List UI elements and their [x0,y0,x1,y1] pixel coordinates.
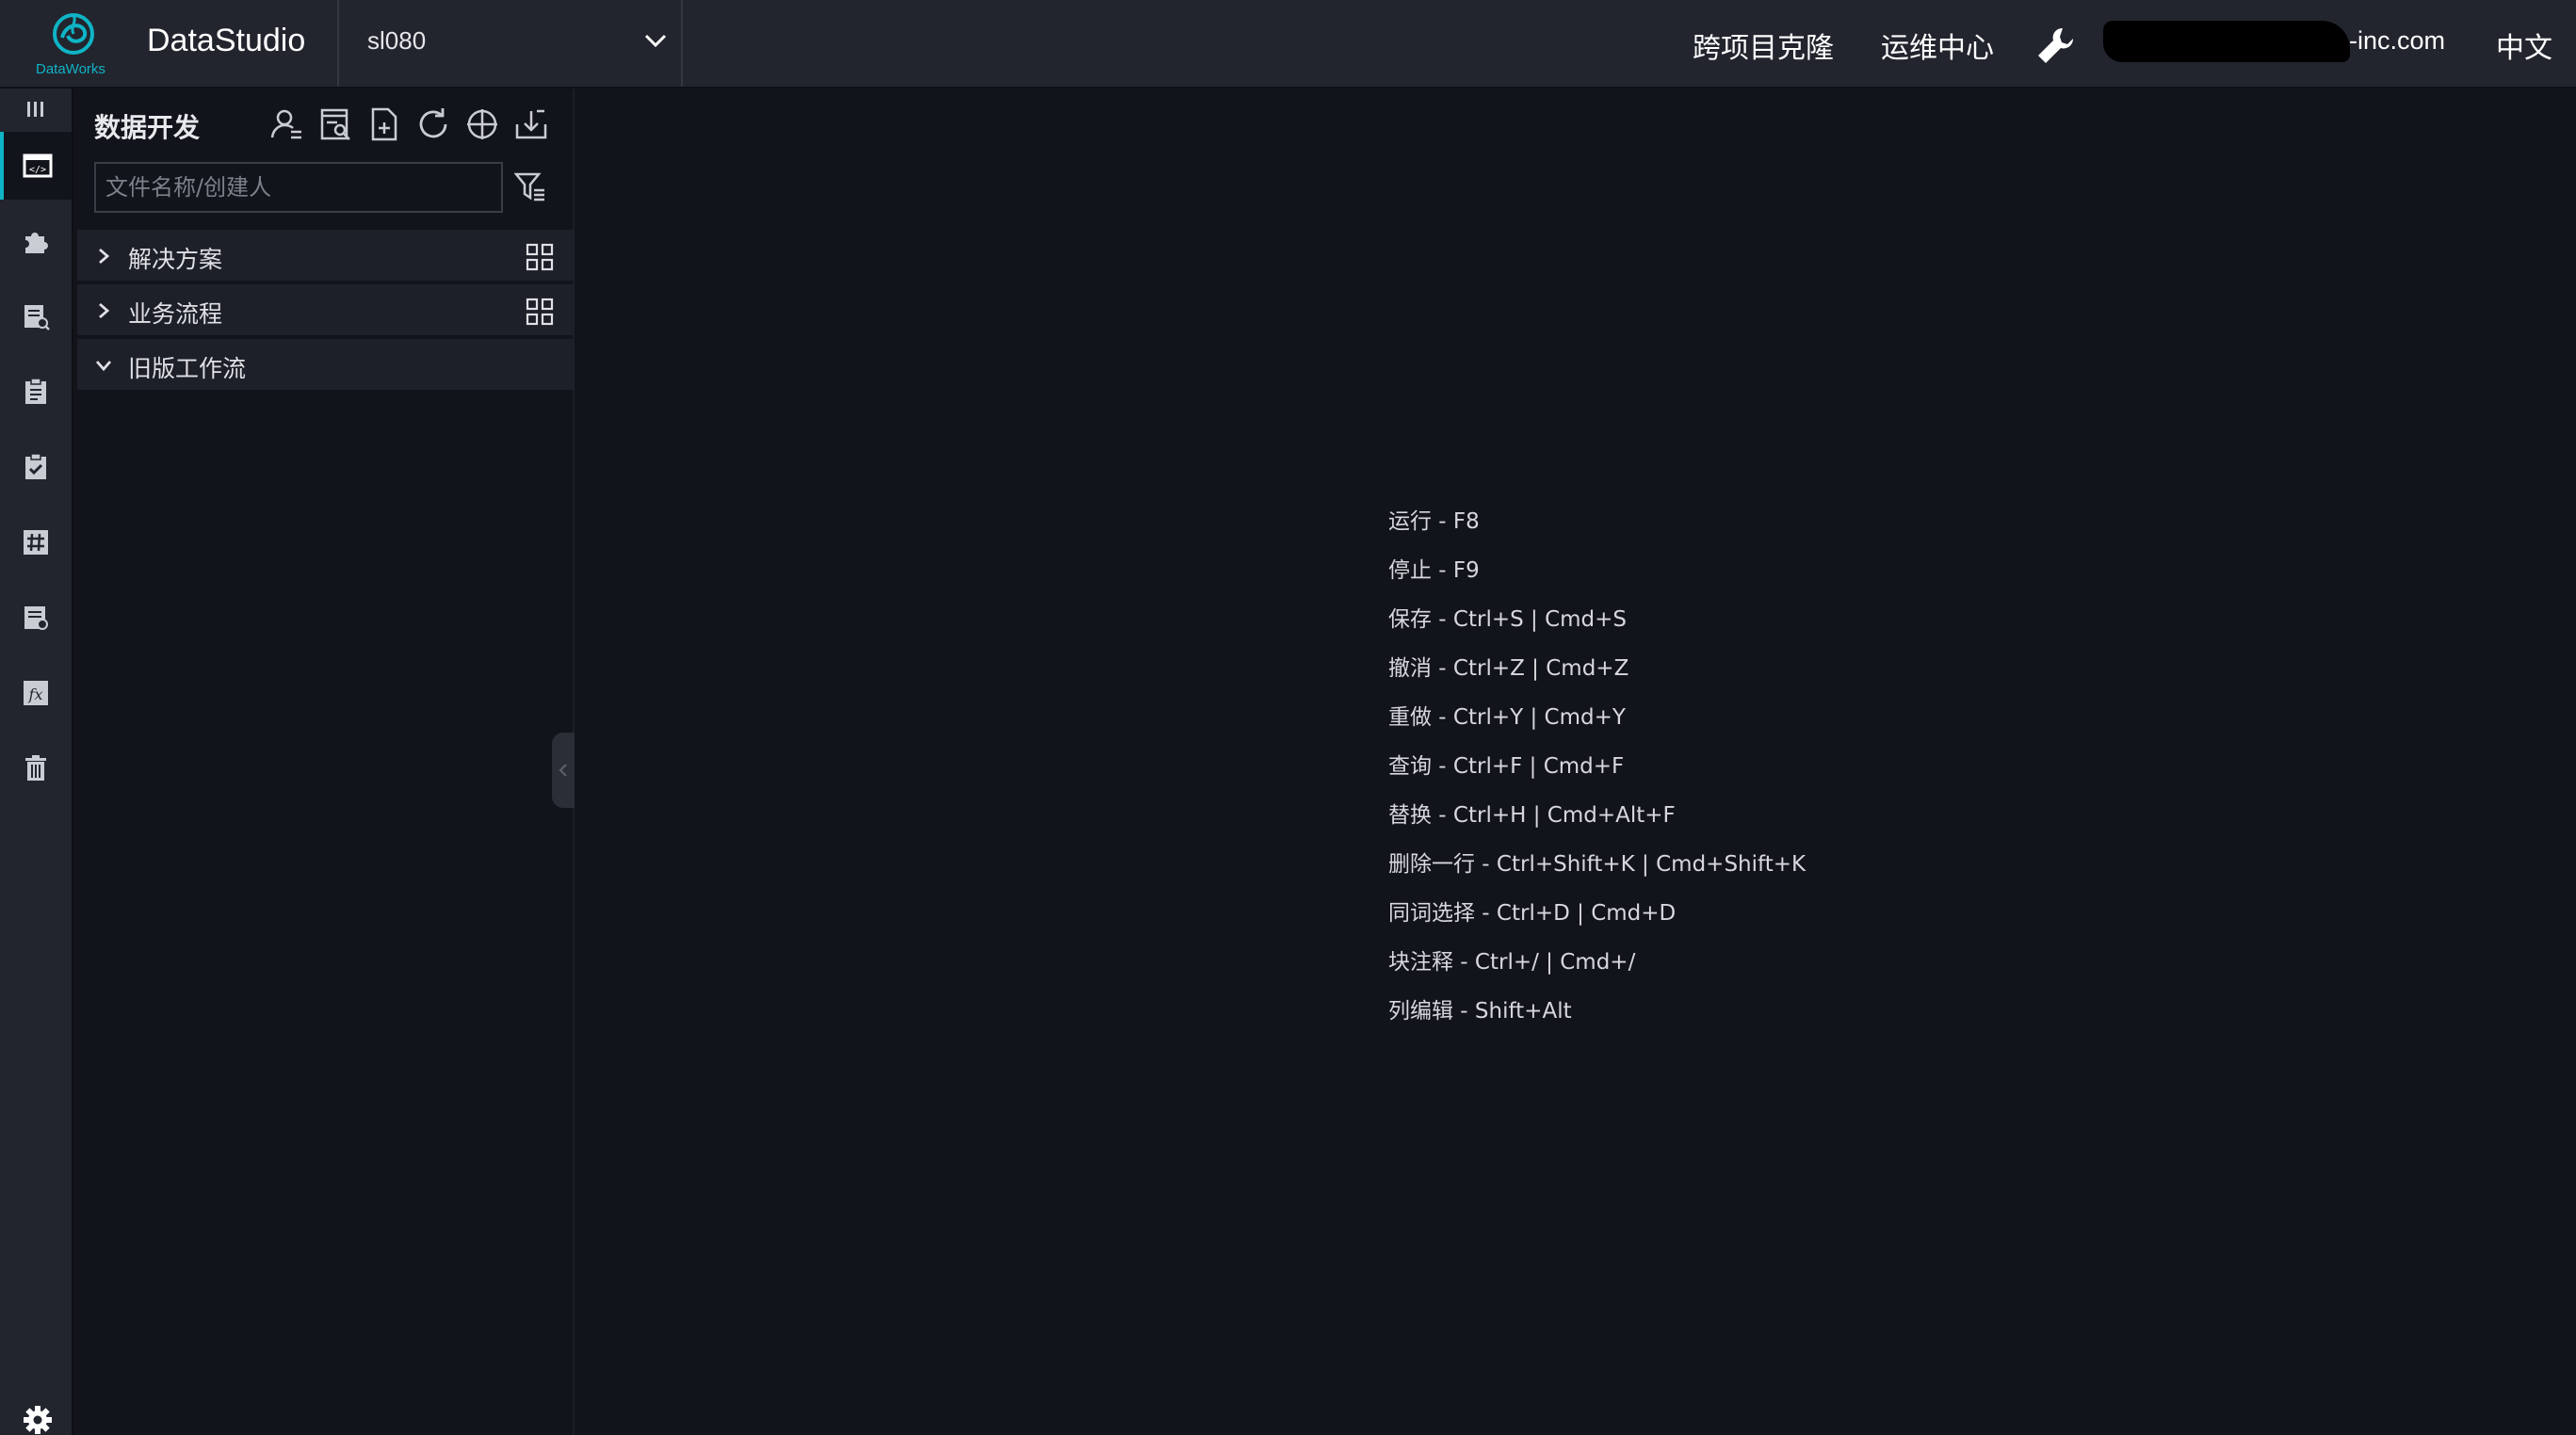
filter-icon[interactable] [514,171,546,203]
app-title: DataStudio [147,23,306,58]
user-account-redacted[interactable] [2103,21,2350,62]
user-filter-icon[interactable] [267,105,305,143]
code-search-icon[interactable] [316,105,354,143]
shortcut-item: 列编辑 - Shift+Alt [1388,999,1572,1024]
query-doc-icon [24,305,50,331]
component-puzzle-icon [25,233,48,253]
chevron-down-icon [644,34,667,48]
svg-text:</>: </> [29,165,46,175]
tree-item-label: 旧版工作流 [128,355,247,382]
locate-target-icon[interactable] [463,105,501,143]
shortcut-item: 块注释 - Ctrl+/ | Cmd+/ [1388,950,1636,975]
panel-collapse-handle[interactable] [552,733,575,808]
language-switch[interactable]: 中文 [2496,24,2552,66]
rail-item-tables[interactable] [0,508,72,576]
refresh-icon[interactable] [414,105,452,143]
chevron-left-icon [559,764,567,777]
file-search-input[interactable] [94,162,503,213]
rail-item-clipboard[interactable] [0,358,72,426]
tree-item-legacy-workflow[interactable]: 旧版工作流 [77,339,573,392]
top-bar: DataWorks DataStudio sl080 跨项目克隆 运维中心 -i… [0,0,2576,89]
rail-item-resources[interactable] [0,584,72,652]
rail-item-components[interactable] [0,207,72,275]
rail-item-data-develop[interactable]: </> [0,132,72,200]
resource-doc-icon [24,606,48,630]
shortcut-item: 删除一行 - Ctrl+Shift+K | Cmd+Shift+K [1388,852,1806,877]
rail-item-query[interactable] [0,282,72,350]
shortcut-item: 重做 - Ctrl+Y | Cmd+Y [1388,705,1626,730]
grid-view-icon[interactable] [526,243,554,271]
chevron-right-icon [99,248,110,265]
trash-icon [25,755,46,781]
logo-text: DataWorks [36,61,105,77]
keyboard-shortcuts-list: 运行 - F8 停止 - F9 保存 - Ctrl+S | Cmd+S 撤消 -… [1388,503,1806,1041]
rail-item-tasks[interactable] [0,433,72,501]
import-icon[interactable] [512,105,550,143]
nav-cross-project-clone[interactable]: 跨项目克隆 [1693,24,1834,66]
rail-item-recycle-bin[interactable] [0,734,72,802]
dataworks-logo-icon [53,13,94,55]
project-selector[interactable]: sl080 [337,0,683,87]
new-file-icon[interactable] [365,105,403,143]
tree-item-label: 业务流程 [128,300,223,328]
grid-view-icon[interactable] [526,298,554,326]
gear-icon[interactable] [23,1405,53,1435]
panel-title: 数据开发 [94,112,201,143]
wrench-icon[interactable] [2034,24,2078,68]
table-hash-icon [24,530,48,555]
shortcut-item: 替换 - Ctrl+H | Cmd+Alt+F [1388,803,1676,828]
data-develop-icon: </> [23,153,53,178]
task-check-icon [25,453,46,479]
clipboard-icon [25,378,46,404]
shortcut-item: 运行 - F8 [1388,509,1480,534]
chevron-right-icon [99,302,110,319]
tree-item-solutions[interactable]: 解决方案 [77,230,573,282]
shortcut-item: 同词选择 - Ctrl+D | Cmd+D [1388,901,1677,926]
tree-item-business-flow[interactable]: 业务流程 [77,284,573,337]
chevron-down-icon [95,361,112,372]
shortcut-item: 撤消 - Ctrl+Z | Cmd+Z [1388,656,1629,681]
user-account[interactable]: -inc.com [2349,26,2445,56]
dataworks-logo[interactable]: DataWorks [28,9,119,81]
shortcut-item: 停止 - F9 [1388,558,1480,583]
menu-toggle-icon[interactable] [24,100,47,119]
project-selector-value: sl080 [367,26,427,55]
nav-ops-center[interactable]: 运维中心 [1881,24,1994,66]
function-fx-icon: fx [24,681,48,705]
left-icon-rail: </> fx [0,89,73,1435]
tree-item-label: 解决方案 [128,246,223,273]
shortcut-item: 查询 - Ctrl+F | Cmd+F [1388,754,1625,779]
rail-item-functions[interactable]: fx [0,659,72,727]
svg-text:fx: fx [28,685,43,703]
data-develop-panel: 数据开发 文件名称/创建人 解决方案 业务流程 旧版工作流 [73,89,575,1435]
shortcut-item: 保存 - Ctrl+S | Cmd+S [1388,607,1628,632]
